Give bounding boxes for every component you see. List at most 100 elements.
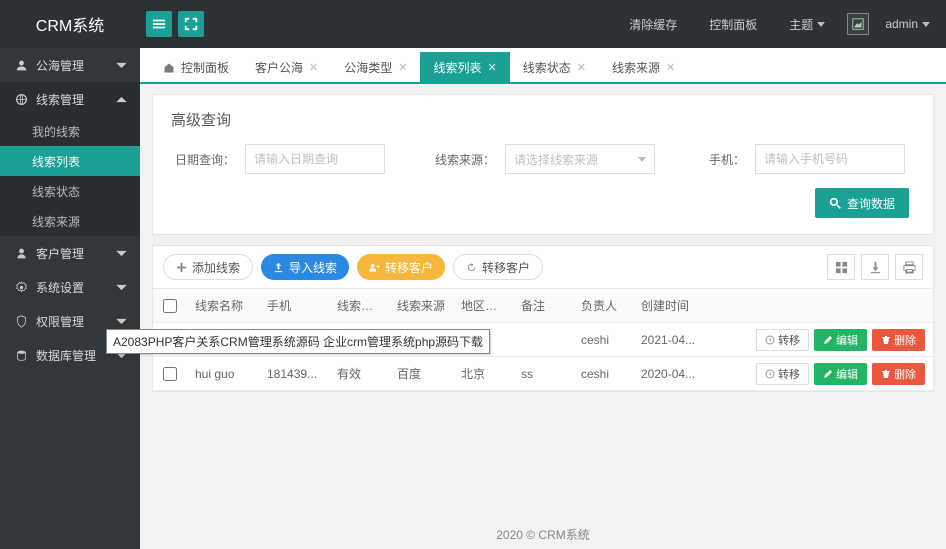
chevron-down-icon: [115, 315, 128, 328]
col-owner: 负责人: [573, 297, 633, 314]
pencil-icon: [823, 369, 833, 379]
sidebar-toggle-button[interactable]: [146, 11, 172, 37]
col-phone: 手机: [259, 297, 329, 314]
submenu-lead-list[interactable]: 线索列表: [0, 146, 140, 176]
close-icon[interactable]: ✕: [398, 61, 407, 74]
row-transfer-button[interactable]: 转移: [756, 363, 809, 385]
tooltip: A2083PHP客户关系CRM管理系统源码 企业crm管理系统php源码下载: [106, 329, 490, 354]
row-transfer-button[interactable]: 转移: [756, 329, 809, 351]
fullscreen-button[interactable]: [178, 11, 204, 37]
transfer-customer-button-2[interactable]: 转移客户: [453, 254, 543, 280]
user-transfer-icon: [369, 262, 380, 273]
chevron-down-icon: [922, 22, 930, 27]
users-icon: [15, 59, 28, 72]
sidebar-item-customer[interactable]: 客户管理: [0, 236, 140, 270]
close-icon[interactable]: ✕: [666, 61, 675, 74]
globe-icon: [15, 93, 28, 106]
source-label: 线索来源：: [431, 151, 495, 168]
col-region: 地区来源: [453, 297, 513, 314]
submenu-lead-status[interactable]: 线索状态: [0, 176, 140, 206]
print-button[interactable]: [895, 254, 923, 280]
image-icon: [851, 17, 865, 31]
sidebar-item-leads[interactable]: 线索管理: [0, 82, 140, 116]
submenu-my-leads[interactable]: 我的线索: [0, 116, 140, 146]
shield-icon: [15, 315, 28, 328]
upload-icon: [273, 262, 284, 273]
trash-icon: [881, 369, 891, 379]
print-icon: [903, 261, 916, 274]
search-button[interactable]: 查询数据: [815, 188, 909, 218]
footer: 2020 © CRM系统: [140, 526, 946, 543]
chevron-up-icon: [115, 93, 128, 106]
col-source: 线索来源: [389, 297, 453, 314]
sidebar-label: 系统设置: [36, 279, 84, 296]
tab-lead-list[interactable]: 线索列表✕: [420, 52, 509, 82]
row-checkbox[interactable]: [163, 367, 177, 381]
table-header: 线索名称 手机 线索状态 线索来源 地区来源 备注 负责人 创建时间: [153, 289, 933, 323]
col-status: 线索状态: [329, 297, 389, 314]
col-time: 创建时间: [633, 297, 709, 314]
tab-customer-public[interactable]: 客户公海✕: [242, 52, 331, 82]
chevron-down-icon: [817, 22, 825, 27]
table-row: hui guo 181439... 有效 百度 北京 ss ceshi 2020…: [153, 357, 933, 391]
sidebar-submenu-leads: 我的线索 线索列表 线索状态 线索来源: [0, 116, 140, 236]
sidebar-label: 客户管理: [36, 245, 84, 262]
search-panel-title: 高级查询: [171, 109, 915, 130]
tabs-bar: 控制面板 客户公海✕ 公海类型✕ 线索列表✕ 线索状态✕ 线索来源✕: [140, 48, 946, 84]
row-edit-button[interactable]: 编辑: [814, 363, 867, 385]
sidebar-label: 数据库管理: [36, 347, 96, 364]
chevron-down-icon: [638, 157, 646, 162]
search-icon: [829, 197, 842, 210]
refresh-icon: [466, 262, 477, 273]
table-toolbar: 添加线索 导入线索 转移客户 转移客户: [152, 245, 934, 289]
submenu-lead-source[interactable]: 线索来源: [0, 206, 140, 236]
close-icon[interactable]: ✕: [488, 61, 497, 74]
import-lead-button[interactable]: 导入线索: [261, 254, 349, 280]
col-name: 线索名称: [187, 297, 259, 314]
clear-cache-link[interactable]: 清除缓存: [613, 16, 693, 33]
control-panel-link[interactable]: 控制面板: [693, 16, 773, 33]
pencil-icon: [823, 335, 833, 345]
sidebar-label: 权限管理: [36, 313, 84, 330]
columns-button[interactable]: [827, 254, 855, 280]
source-select[interactable]: 请选择线索来源: [505, 144, 655, 174]
user-menu[interactable]: admin: [869, 17, 946, 31]
phone-input[interactable]: [755, 144, 905, 174]
add-lead-button[interactable]: 添加线索: [163, 254, 253, 280]
select-all-checkbox[interactable]: [163, 299, 177, 313]
sidebar: 公海管理 线索管理 我的线索 线索列表 线索状态 线索来源 客户管理 系统设置 …: [0, 48, 140, 549]
theme-dropdown[interactable]: 主题: [773, 16, 841, 33]
trash-icon: [881, 335, 891, 345]
sidebar-label: 公海管理: [36, 57, 84, 74]
transfer-customer-button[interactable]: 转移客户: [357, 254, 445, 280]
main-area: 控制面板 客户公海✕ 公海类型✕ 线索列表✕ 线索状态✕ 线索来源✕ 高级查询 …: [140, 48, 946, 549]
col-remark: 备注: [513, 297, 573, 314]
row-delete-button[interactable]: 删除: [872, 329, 925, 351]
clock-icon: [765, 369, 775, 379]
row-delete-button[interactable]: 删除: [872, 363, 925, 385]
download-icon: [869, 261, 882, 274]
plus-icon: [176, 262, 187, 273]
row-edit-button[interactable]: 编辑: [814, 329, 867, 351]
date-input[interactable]: [245, 144, 385, 174]
phone-label: 手机：: [701, 151, 745, 168]
search-panel: 高级查询 日期查询： 线索来源： 请选择线索来源 手机：: [152, 94, 934, 235]
topbar: CRM系统 清除缓存 控制面板 主题 admin: [0, 0, 946, 48]
close-icon[interactable]: ✕: [577, 61, 586, 74]
sidebar-item-settings[interactable]: 系统设置: [0, 270, 140, 304]
clock-icon: [765, 335, 775, 345]
export-button[interactable]: [861, 254, 889, 280]
home-icon: [163, 62, 175, 74]
close-icon[interactable]: ✕: [309, 61, 318, 74]
tab-lead-status[interactable]: 线索状态✕: [510, 52, 599, 82]
date-label: 日期查询：: [171, 151, 235, 168]
chevron-down-icon: [115, 281, 128, 294]
tab-lead-source[interactable]: 线索来源✕: [599, 52, 688, 82]
database-icon: [15, 349, 28, 362]
tab-public-type[interactable]: 公海类型✕: [331, 52, 420, 82]
menu-icon: [152, 17, 166, 31]
sidebar-item-public[interactable]: 公海管理: [0, 48, 140, 82]
avatar: [847, 13, 869, 35]
tab-control-panel[interactable]: 控制面板: [150, 52, 242, 82]
brand-title: CRM系统: [0, 12, 140, 36]
